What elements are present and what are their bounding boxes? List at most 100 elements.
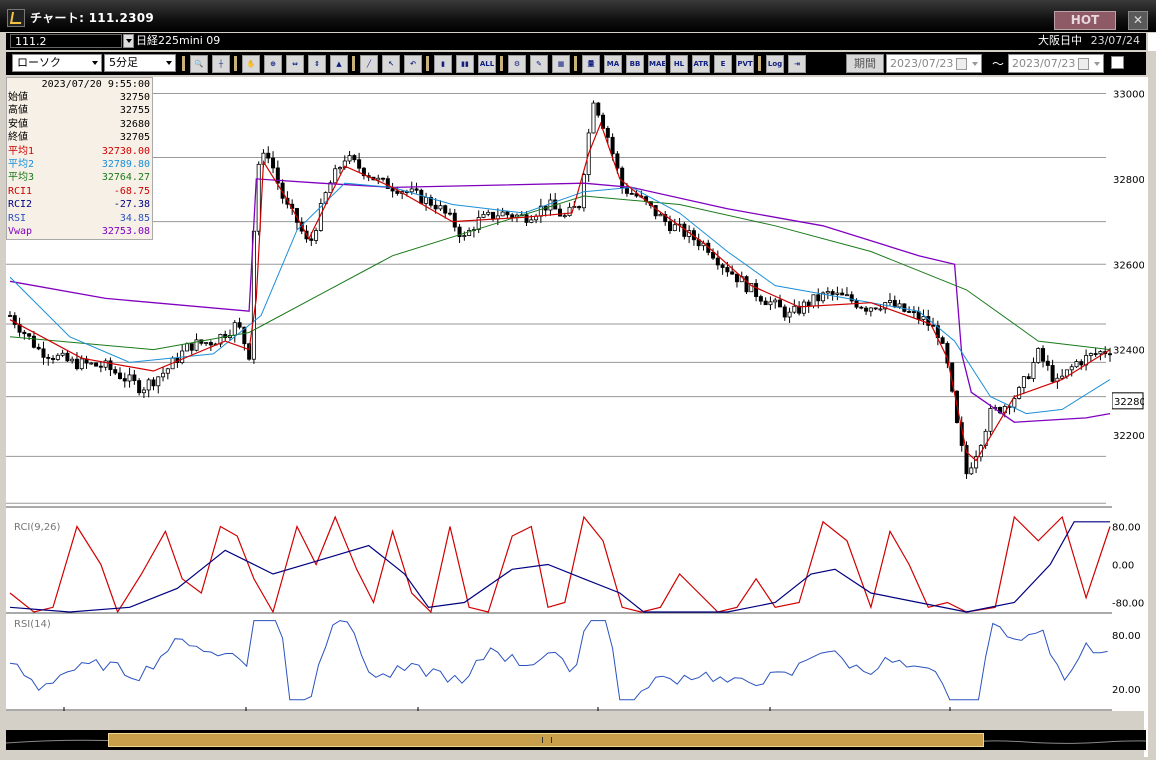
indicator-button[interactable]: MA — [604, 55, 622, 73]
indicator-button[interactable]: MAE — [648, 55, 666, 73]
chart-type-select[interactable]: ローソク — [12, 54, 102, 72]
candle-body — [8, 315, 13, 317]
zoom-icon[interactable]: 🔍 — [190, 55, 208, 73]
candle-body — [204, 342, 209, 344]
chart-canvas[interactable]: RCI(9,26)RSI(14)1219/8:451220/8:451221/8… — [6, 77, 1113, 731]
candle-body — [969, 467, 974, 475]
indicator-button[interactable]: E — [714, 55, 732, 73]
candle-body — [500, 211, 505, 217]
candle-body — [98, 365, 103, 368]
toolbar-separator — [500, 56, 503, 71]
candle-body — [481, 213, 486, 218]
undo-icon[interactable]: ↶ — [404, 55, 422, 73]
pointer-icon[interactable]: ↖ — [382, 55, 400, 73]
info-value: 32730.00 — [101, 145, 150, 157]
calendar-icon[interactable] — [1078, 58, 1089, 70]
drag-icon[interactable]: ✋ — [242, 55, 260, 73]
candle-body — [562, 215, 567, 218]
candle-body — [424, 196, 429, 204]
period-button[interactable]: 期間 — [846, 54, 884, 73]
symbol-dropdown-button[interactable] — [123, 34, 134, 48]
candle-body — [792, 305, 797, 313]
log-icon[interactable]: Log — [766, 55, 784, 73]
candle-body — [419, 189, 424, 204]
candle-body — [60, 352, 65, 356]
info-label: 平均1 — [8, 145, 35, 157]
period-checkbox[interactable] — [1111, 56, 1124, 69]
ma1-line — [9, 121, 1111, 462]
candle-body — [74, 358, 79, 370]
color-icon[interactable]: ▦ — [552, 55, 570, 73]
info-label: RCI2 — [8, 199, 33, 211]
trendline-icon[interactable]: ╱ — [360, 55, 378, 73]
chart-scrollbar[interactable] — [6, 730, 1146, 750]
brush-icon[interactable]: ✎ — [530, 55, 548, 73]
candle-body — [548, 199, 553, 211]
all-icon[interactable]: ALL — [478, 55, 496, 73]
candle-body — [1017, 387, 1022, 399]
close-button[interactable]: ✕ — [1128, 11, 1148, 30]
toolbar-separator — [352, 56, 355, 71]
candle-body — [443, 205, 448, 214]
candle-body — [161, 372, 166, 378]
candle-body — [1045, 360, 1050, 366]
candle-body — [165, 368, 170, 374]
info-row: RCI2 -27.38 — [7, 198, 152, 211]
crosshair-icon[interactable]: ┼ — [212, 55, 230, 73]
chevron-down-icon — [92, 61, 98, 65]
scroll-thumb[interactable] — [108, 733, 984, 747]
candle-body — [36, 346, 41, 350]
chevron-down-icon[interactable] — [1094, 62, 1100, 66]
candle-body — [782, 306, 787, 318]
candle-body — [462, 235, 467, 238]
indicator-button[interactable]: HL — [670, 55, 688, 73]
candle-body — [409, 188, 414, 193]
info-value: 32764.27 — [101, 172, 150, 184]
zoom-in-icon[interactable]: ⊕ — [264, 55, 282, 73]
indicator-button[interactable]: BB — [626, 55, 644, 73]
candle-body — [801, 301, 806, 314]
candle-body — [715, 257, 720, 266]
chart-type-value: ローソク — [17, 56, 61, 69]
info-row: Vwap 32753.08 — [7, 225, 152, 238]
info-timestamp: 2023/07/20 9:55:00 — [41, 79, 150, 90]
date-to-input[interactable]: 2023/07/23 — [1008, 54, 1104, 73]
candle-body — [433, 204, 438, 210]
candle-body — [1041, 348, 1046, 362]
chart-area[interactable]: RCI(9,26)RSI(14)1219/8:451220/8:451221/8… — [6, 77, 1113, 731]
scale-icon[interactable]: ⇕ — [308, 55, 326, 73]
fit-icon[interactable]: ⇔ — [286, 55, 304, 73]
export-icon[interactable]: ⇥ — [788, 55, 806, 73]
settings-icon[interactable]: ⚙ — [508, 55, 526, 73]
date-from-input[interactable]: 2023/07/23 — [886, 54, 982, 73]
toolbar-separator — [182, 56, 185, 71]
candle-body — [720, 264, 725, 268]
grip-icon[interactable] — [542, 737, 552, 743]
info-value: 32680 — [119, 118, 150, 130]
market-status: 大阪日中 — [1038, 34, 1082, 47]
calendar-icon[interactable] — [956, 58, 967, 70]
candle-body — [864, 307, 869, 312]
interval-select[interactable]: 5分足 — [104, 54, 176, 72]
candle-two-icon[interactable]: ▮▮ — [456, 55, 474, 73]
ohlc-info-panel: 2023/07/20 9:55:00 始値 32750 高値 32755 安値 32680… — [6, 77, 153, 240]
candle-body — [314, 230, 319, 241]
candle-body — [835, 292, 840, 295]
candle-icon[interactable]: ▮ — [434, 55, 452, 73]
candle-body — [127, 374, 132, 382]
candle-body — [352, 155, 357, 161]
hot-button[interactable]: HOT — [1054, 11, 1116, 30]
info-row: 始値 32750 — [7, 91, 152, 104]
info-label: RCI1 — [8, 185, 33, 197]
candle-body — [567, 206, 572, 217]
indicator-button[interactable]: 量 — [582, 55, 600, 73]
candle-body — [605, 127, 610, 138]
symbol-code-input[interactable]: 111.2 — [10, 34, 122, 48]
date-from-value: 2023/07/23 — [890, 57, 954, 70]
info-value: 32750 — [119, 92, 150, 103]
disabled-icon[interactable]: ▲ — [330, 55, 348, 73]
indicator-button[interactable]: ATR — [692, 55, 710, 73]
indicator-button[interactable]: PVT — [736, 55, 754, 73]
chevron-down-icon[interactable] — [972, 62, 978, 66]
candle-body — [132, 374, 137, 381]
